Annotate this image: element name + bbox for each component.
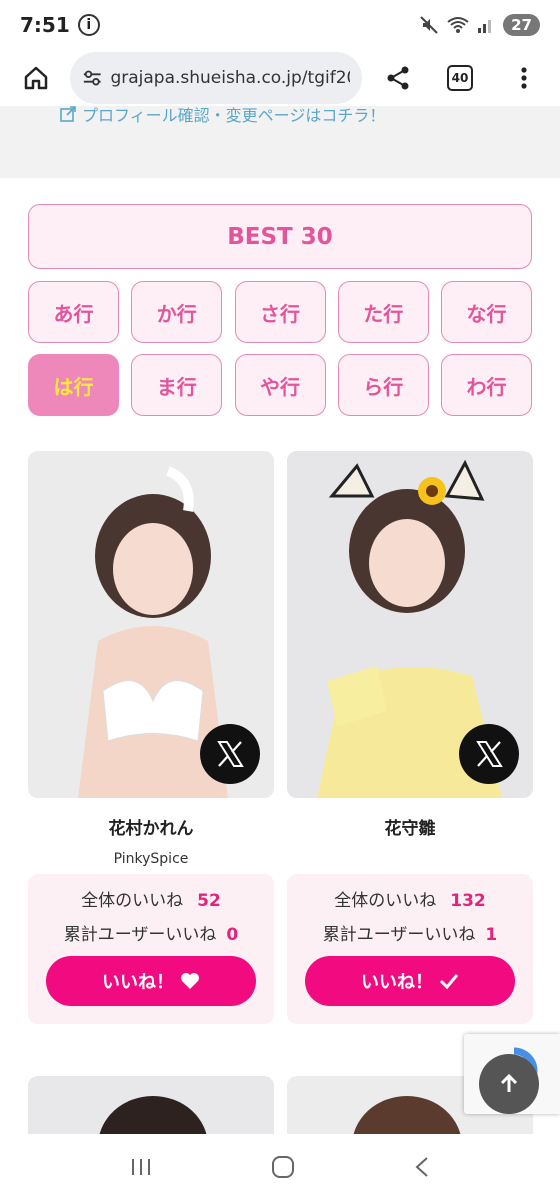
idol-photo[interactable] xyxy=(28,451,274,798)
filter-na-row[interactable]: な行 xyxy=(441,281,532,343)
total-likes-label: 全体のいいね xyxy=(334,891,437,911)
total-likes-label: 全体のいいね xyxy=(81,891,184,911)
system-nav-bar xyxy=(0,1134,560,1200)
total-likes-row: 全体のいいね 52 xyxy=(28,886,274,911)
x-logo-icon xyxy=(476,741,503,767)
idol-card-partial[interactable] xyxy=(28,1076,274,1134)
signal-icon xyxy=(478,20,492,33)
idol-name: 花守雛 xyxy=(384,819,436,839)
battery-indicator: 27 xyxy=(503,14,540,36)
arrow-up-icon xyxy=(500,1073,518,1092)
like-panel: 全体のいいね 52 累計ユーザーいいね 0 いいね！ xyxy=(28,874,274,1024)
tabs-button[interactable]: 40 xyxy=(440,58,480,98)
total-likes-count: 132 xyxy=(450,891,486,911)
check-icon xyxy=(439,974,459,990)
total-likes-count: 52 xyxy=(197,891,221,911)
share-icon xyxy=(387,66,409,90)
status-bar: 7:51 i 27 xyxy=(0,0,560,50)
home-button[interactable] xyxy=(16,58,56,98)
filter-a-row[interactable]: あ行 xyxy=(28,281,119,343)
kana-row-filter-1: あ行 か行 さ行 た行 な行 xyxy=(28,281,532,343)
like-button-label: いいね！ xyxy=(361,972,433,993)
browser-toolbar: grajapa.shueisha.co.jp/tgif202 40 xyxy=(0,50,560,106)
user-likes-count: 1 xyxy=(485,925,498,945)
more-vert-icon xyxy=(521,67,527,89)
profile-section: プロフィール確認・変更ページはコチラ！ xyxy=(0,106,560,178)
kana-row-filter-2: は行 ま行 や行 ら行 わ行 xyxy=(28,354,532,416)
share-button[interactable] xyxy=(378,58,418,98)
filter-sa-row[interactable]: さ行 xyxy=(234,281,326,343)
filter-ka-row[interactable]: か行 xyxy=(131,281,223,343)
home-icon xyxy=(24,66,48,90)
like-button[interactable]: いいね！ xyxy=(46,956,256,1006)
address-bar[interactable]: grajapa.shueisha.co.jp/tgif202 xyxy=(70,52,362,104)
info-icon: i xyxy=(77,14,100,36)
idol-name: 花村かれん xyxy=(108,819,194,839)
menu-button[interactable] xyxy=(504,58,544,98)
recent-apps-icon[interactable] xyxy=(130,1157,152,1177)
page: 7:51 i 27 grajapa.shueisha.co.jp/tgif202… xyxy=(0,0,560,1200)
profile-edit-link[interactable]: プロフィール確認・変更ページはコチラ！ xyxy=(60,102,385,126)
filter-ta-row[interactable]: た行 xyxy=(337,281,429,343)
user-likes-row: 累計ユーザーいいね 1 xyxy=(287,920,533,945)
site-settings-icon xyxy=(83,70,101,86)
user-likes-label: 累計ユーザーいいね xyxy=(322,925,476,945)
mute-icon xyxy=(420,16,438,34)
idol-group: PinkySpice xyxy=(113,851,189,867)
user-likes-label: 累計ユーザーいいね xyxy=(63,925,217,945)
heart-icon xyxy=(181,973,199,989)
home-nav-icon[interactable] xyxy=(271,1155,295,1179)
x-social-link[interactable] xyxy=(200,724,260,784)
url-text: grajapa.shueisha.co.jp/tgif202 xyxy=(110,68,350,88)
status-icons: 27 xyxy=(419,14,540,36)
total-likes-row: 全体のいいね 132 xyxy=(287,886,533,911)
x-logo-icon xyxy=(217,741,244,767)
filter-ma-row[interactable]: ま行 xyxy=(131,354,223,416)
external-link-icon xyxy=(60,106,76,122)
idol-card: 花守雛 xyxy=(287,451,533,839)
filter-ya-row[interactable]: や行 xyxy=(234,354,326,416)
like-panel: 全体のいいね 132 累計ユーザーいいね 1 いいね！ xyxy=(287,874,533,1024)
like-button-label: いいね！ xyxy=(102,972,174,993)
idol-card: 花村かれん PinkySpice xyxy=(28,451,274,867)
profile-link-text: プロフィール確認・変更ページはコチラ！ xyxy=(82,106,386,125)
status-time: 7:51 xyxy=(20,13,70,37)
liked-button[interactable]: いいね！ xyxy=(305,956,515,1006)
user-likes-row: 累計ユーザーいいね 0 xyxy=(28,920,274,945)
tab-count: 40 xyxy=(447,65,473,91)
filter-wa-row[interactable]: わ行 xyxy=(441,354,532,416)
filter-ha-row[interactable]: は行 xyxy=(28,354,119,416)
idol-photo[interactable] xyxy=(287,451,533,798)
back-icon[interactable] xyxy=(414,1156,430,1178)
wifi-icon xyxy=(447,17,469,33)
photo-placeholder xyxy=(99,1096,207,1134)
user-likes-count: 0 xyxy=(226,925,239,945)
x-social-link[interactable] xyxy=(459,724,519,784)
best30-button[interactable]: BEST 30 xyxy=(28,204,532,269)
scroll-to-top-button[interactable] xyxy=(479,1054,539,1114)
filter-ra-row[interactable]: ら行 xyxy=(337,354,429,416)
